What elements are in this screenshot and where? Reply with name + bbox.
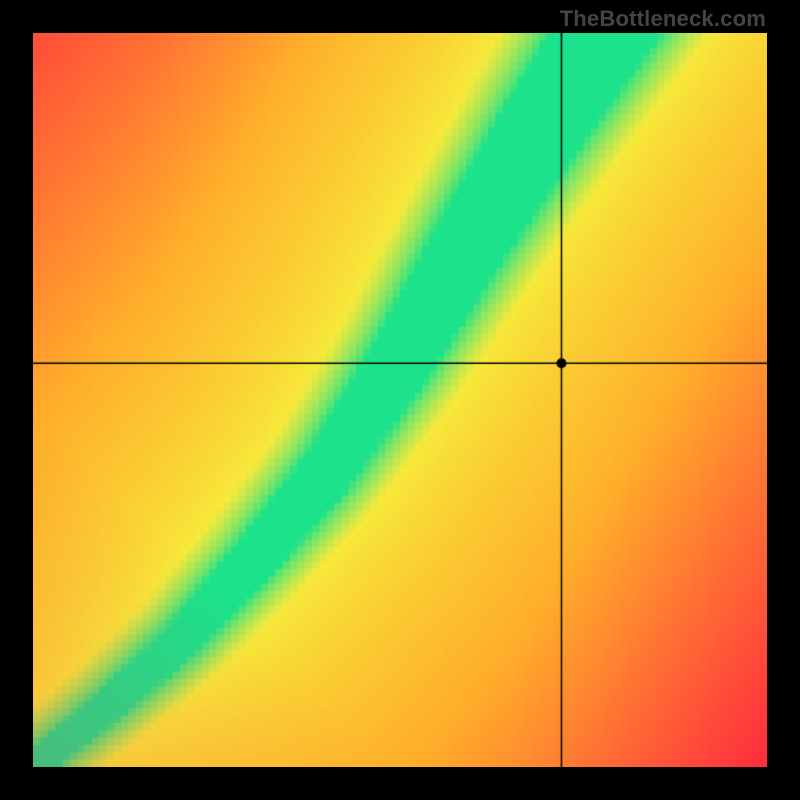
chart-frame: TheBottleneck.com (0, 0, 800, 800)
heatmap-canvas (33, 33, 767, 767)
watermark-text: TheBottleneck.com (560, 6, 766, 32)
heatmap-plot (33, 33, 767, 767)
